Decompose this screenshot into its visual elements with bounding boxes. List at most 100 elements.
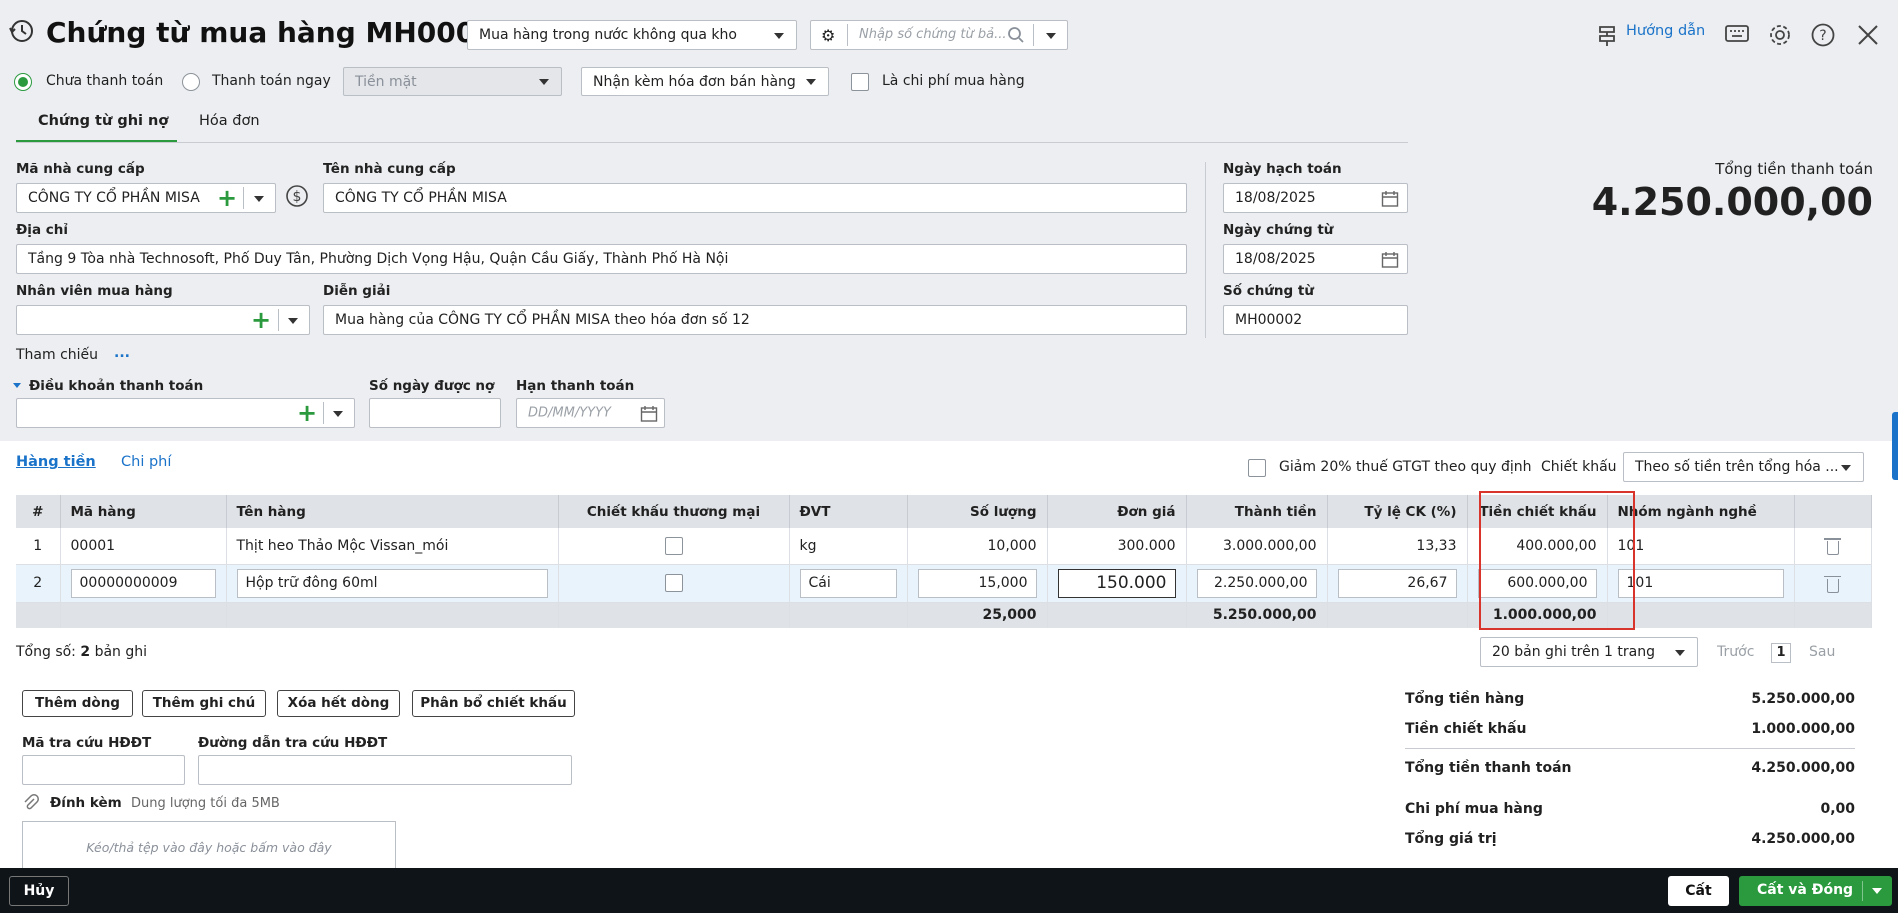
gear-icon[interactable]: ⚙ xyxy=(821,26,835,45)
description-field[interactable]: Mua hàng của CÔNG TY CỔ PHẦN MISA theo h… xyxy=(323,305,1187,335)
credit-days-field[interactable] xyxy=(369,398,501,428)
voucher-no-field[interactable]: MH00002 xyxy=(1223,305,1408,335)
pay-now-label: Thanh toán ngay xyxy=(212,73,331,89)
payment-terms-combo[interactable]: + xyxy=(16,398,355,428)
calendar-icon[interactable] xyxy=(640,405,658,427)
help-guide-link[interactable]: Hướng dẫn xyxy=(1626,23,1705,39)
item-name-input[interactable]: Hộp trữ đông 60ml xyxy=(236,568,548,598)
chevron-down-icon[interactable] xyxy=(1046,33,1056,39)
cancel-button[interactable]: Hủy xyxy=(9,876,69,906)
chevron-down-icon[interactable] xyxy=(288,318,298,324)
pay-now-radio[interactable] xyxy=(182,73,200,91)
add-note-button[interactable]: Thêm ghi chú xyxy=(142,690,266,717)
discount-mode-select[interactable]: Theo số tiền trên tổng hóa ... xyxy=(1623,452,1864,482)
unit-price-cell[interactable]: 300.000 xyxy=(1047,528,1187,565)
supplier-code-combo[interactable]: CÔNG TY CỔ PHẦN MISA + xyxy=(16,183,276,213)
voucher-search-box[interactable]: ⚙ Nhập số chứng từ bả... xyxy=(810,20,1068,50)
discount-rate-input[interactable]: 26,67 xyxy=(1337,568,1457,598)
col-item-code: Mã hàng xyxy=(60,495,227,528)
industry-group-input[interactable]: 101 xyxy=(1617,568,1784,598)
keyboard-icon[interactable] xyxy=(1724,22,1750,50)
item-code-cell[interactable]: 00001 xyxy=(60,528,227,565)
posting-date-field[interactable]: 18/08/2025 xyxy=(1223,183,1408,213)
add-staff-icon[interactable]: + xyxy=(251,308,271,332)
close-icon[interactable] xyxy=(1857,24,1879,50)
help-icon[interactable]: ? xyxy=(1810,22,1836,52)
unit-cell[interactable]: kg xyxy=(789,528,908,565)
quantity-cell[interactable]: 10,000 xyxy=(907,528,1048,565)
chevron-down-icon[interactable] xyxy=(333,411,343,417)
item-name-cell[interactable]: Thịt heo Thảo Mộc Vissan_mói xyxy=(226,528,559,565)
item-code-input[interactable]: 00000000009 xyxy=(70,568,216,598)
current-page[interactable]: 1 xyxy=(1771,643,1791,663)
unit-price-cell[interactable]: 150.000 xyxy=(1047,564,1187,603)
einvoice-url-field[interactable] xyxy=(198,755,572,785)
chevron-down-icon[interactable] xyxy=(1872,888,1882,894)
prev-page-button[interactable]: Trước xyxy=(1717,644,1754,660)
page-size-select[interactable]: 20 bản ghi trên 1 trang xyxy=(1480,637,1698,667)
summary-divider xyxy=(1405,748,1855,749)
col-industry-group: Nhóm ngành nghề xyxy=(1607,495,1795,528)
search-icon[interactable] xyxy=(1007,26,1025,48)
tab-goods-money[interactable]: Hàng tiền xyxy=(16,454,96,470)
staff-combo[interactable]: + xyxy=(16,305,310,335)
discount-rate-cell[interactable]: 13,33 xyxy=(1327,528,1468,565)
due-date-field[interactable]: DD/MM/YYYY xyxy=(516,398,665,428)
purchase-cost-checkbox[interactable] xyxy=(851,73,869,91)
collapse-triangle-icon[interactable] xyxy=(13,383,21,388)
invoice-option-select[interactable]: Nhận kèm hóa đơn bán hàng xyxy=(581,67,829,96)
unit-cell[interactable]: Cái xyxy=(789,564,908,603)
amount-cell[interactable]: 2.250.000,00 xyxy=(1186,564,1328,603)
unit-input[interactable]: Cái xyxy=(799,568,897,598)
summary-total-value: Tổng giá trị 4.250.000,00 xyxy=(1405,831,1855,847)
supplier-name-field[interactable]: CÔNG TY CỔ PHẦN MISA xyxy=(323,183,1187,213)
chevron-down-icon[interactable] xyxy=(254,196,264,202)
item-code-cell[interactable]: 00000000009 xyxy=(60,564,227,603)
side-panel-tab[interactable] xyxy=(1892,412,1898,480)
industry-group-cell[interactable]: 101 xyxy=(1607,564,1795,603)
payment-method-select: Tiền mặt xyxy=(343,67,562,96)
attach-hint: Dung lượng tối đa 5MB xyxy=(131,796,280,811)
purchase-type-select[interactable]: Mua hàng trong nước không qua kho xyxy=(467,20,797,50)
amount-input[interactable]: 2.250.000,00 xyxy=(1196,568,1317,598)
voucher-date-field[interactable]: 18/08/2025 xyxy=(1223,244,1408,274)
allocate-discount-button[interactable]: Phân bổ chiết khấu xyxy=(412,690,575,717)
industry-group-cell[interactable]: 101 xyxy=(1607,528,1795,565)
add-terms-icon[interactable]: + xyxy=(297,401,317,425)
vat-reduction-checkbox[interactable] xyxy=(1248,459,1266,477)
quantity-cell[interactable]: 15,000 xyxy=(907,564,1048,603)
address-field[interactable]: Tầng 9 Tòa nhà Technosoft, Phố Duy Tân, … xyxy=(16,244,1187,274)
item-name-cell[interactable]: Hộp trữ đông 60ml xyxy=(226,564,559,603)
save-button[interactable]: Cất xyxy=(1668,876,1729,906)
vat-reduction-label: Giảm 20% thuế GTGT theo quy định xyxy=(1279,459,1532,475)
settings-icon[interactable] xyxy=(1767,22,1793,52)
chevron-down-icon xyxy=(1841,465,1851,471)
search-input[interactable]: Nhập số chứng từ bả... xyxy=(859,27,1007,42)
trade-discount-checkbox[interactable] xyxy=(664,536,683,555)
history-icon[interactable] xyxy=(8,18,34,44)
tab-debit-voucher[interactable]: Chứng từ ghi nợ xyxy=(38,113,168,129)
trade-discount-checkbox[interactable] xyxy=(664,574,683,592)
discount-rate-cell[interactable]: 26,67 xyxy=(1327,564,1468,603)
unit-price-input[interactable]: 150.000 xyxy=(1057,568,1176,598)
calendar-icon[interactable] xyxy=(1381,251,1399,273)
trash-icon[interactable] xyxy=(1823,575,1841,593)
amount-cell[interactable]: 3.000.000,00 xyxy=(1186,528,1328,565)
einvoice-code-field[interactable] xyxy=(22,755,185,785)
calendar-icon[interactable] xyxy=(1381,190,1399,212)
save-close-button[interactable]: Cất và Đóng xyxy=(1739,876,1892,906)
quantity-input[interactable]: 15,000 xyxy=(917,568,1037,598)
add-supplier-icon[interactable]: + xyxy=(217,186,237,210)
chevron-down-icon xyxy=(806,79,816,85)
next-page-button[interactable]: Sau xyxy=(1809,644,1835,660)
delete-all-rows-button[interactable]: Xóa hết dòng xyxy=(277,690,400,717)
dollar-icon[interactable]: $ xyxy=(285,184,309,212)
trash-icon[interactable] xyxy=(1823,538,1841,555)
guide-icon[interactable] xyxy=(1594,22,1620,52)
unpaid-radio[interactable] xyxy=(14,73,32,91)
tab-expenses[interactable]: Chi phí xyxy=(121,454,171,470)
tab-invoice[interactable]: Hóa đơn xyxy=(199,113,260,129)
reference-more-link[interactable]: ... xyxy=(114,345,130,361)
summary-discount: Tiền chiết khấu 1.000.000,00 xyxy=(1405,721,1855,737)
add-row-button[interactable]: Thêm dòng xyxy=(22,690,133,717)
